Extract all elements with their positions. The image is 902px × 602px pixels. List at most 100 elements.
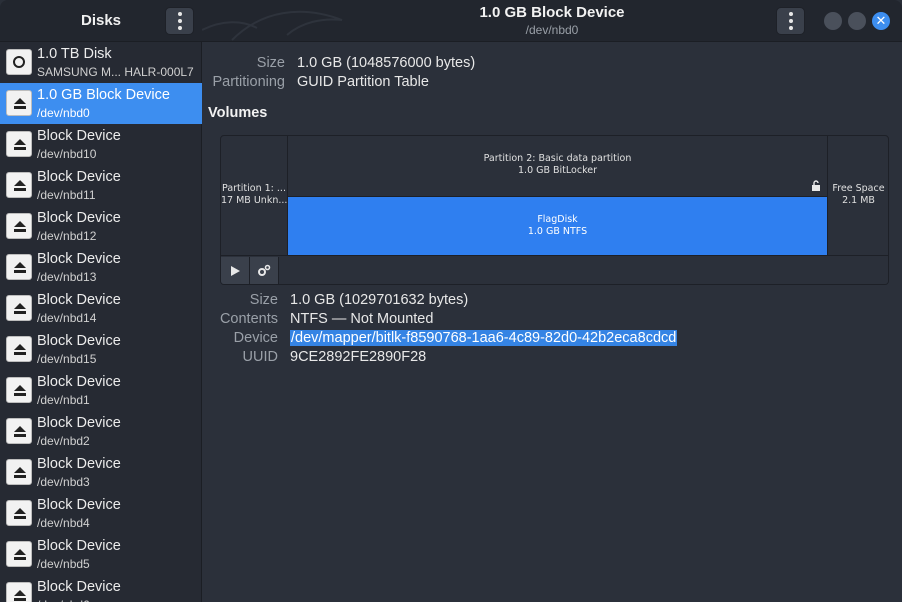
partition-2-title: Partition 2: Basic data partition xyxy=(483,153,632,164)
disks-window: Disks 1.0 TB Disk SAMSUNG M... HALR-000L7… xyxy=(0,0,902,602)
free-space-title: Free Space xyxy=(832,183,885,194)
drive-path: SAMSUNG M... HALR-000L7 xyxy=(37,65,194,79)
drive-path: /dev/nbd3 xyxy=(37,475,90,489)
eject-icon xyxy=(6,131,32,157)
size-value: 1.0 GB (1048576000 bytes) xyxy=(297,55,476,71)
eject-icon xyxy=(6,90,32,116)
eject-icon xyxy=(6,541,32,567)
drive-name: Block Device xyxy=(37,538,121,554)
hard-disk-icon xyxy=(6,49,32,75)
drive-name: 1.0 TB Disk xyxy=(37,46,112,62)
drive-list-item[interactable]: Block Device/dev/nbd6 xyxy=(0,575,202,602)
partition-1-size: 17 MB Unkn... xyxy=(221,195,288,206)
drive-menu-button[interactable] xyxy=(776,7,805,35)
drive-path: /dev/nbd1 xyxy=(37,393,90,407)
drive-list-item[interactable]: Block Device/dev/nbd12 xyxy=(0,206,202,247)
drive-list: 1.0 TB Disk SAMSUNG M... HALR-000L7 1.0 GB… xyxy=(0,42,202,602)
volume-toolbar xyxy=(221,255,888,284)
sidebar: Disks 1.0 TB Disk SAMSUNG M... HALR-000L7… xyxy=(0,0,202,602)
eject-icon xyxy=(6,582,32,602)
unlocked-icon xyxy=(812,180,820,191)
sidebar-header: Disks xyxy=(0,0,202,42)
drive-name: Block Device xyxy=(37,579,121,595)
volume-contents-value: NTFS — Not Mounted xyxy=(290,311,434,327)
drive-details: Size 1.0 GB (1048576000 bytes) Partition… xyxy=(202,42,902,602)
drive-list-item[interactable]: Block Device/dev/nbd4 xyxy=(0,493,202,534)
flagdisk-title: FlagDisk xyxy=(537,214,578,225)
drive-path: /dev/nbd12 xyxy=(37,229,97,243)
volume-uuid-label: UUID xyxy=(242,349,278,365)
drive-list-item[interactable]: Block Device/dev/nbd1 xyxy=(0,370,202,411)
drive-name: 1.0 GB Block Device xyxy=(37,87,170,103)
drive-list-item[interactable]: Block Device/dev/nbd15 xyxy=(0,329,202,370)
drive-name: Block Device xyxy=(37,251,121,267)
drive-path: /dev/nbd2 xyxy=(37,434,90,448)
drive-path: /dev/nbd5 xyxy=(37,557,90,571)
volume-size-value: 1.0 GB (1029701632 bytes) xyxy=(290,292,469,308)
volumes-heading: Volumes xyxy=(208,105,268,121)
drive-path: /dev/nbd10 xyxy=(37,147,97,161)
close-icon: ✕ xyxy=(875,13,887,29)
flagdisk-size: 1.0 GB NTFS xyxy=(527,226,588,237)
kebab-menu-icon xyxy=(177,12,182,30)
drive-path: /dev/nbd15 xyxy=(37,352,97,366)
eject-icon xyxy=(6,254,32,280)
drive-name: Block Device xyxy=(37,456,121,472)
eject-icon xyxy=(6,213,32,239)
eject-icon xyxy=(6,295,32,321)
drive-path: /dev/nbd14 xyxy=(37,311,97,325)
drive-path: /dev/nbd13 xyxy=(37,270,97,284)
volume-device-value[interactable]: /dev/mapper/bitlk-f8590768-1aa6-4c89-82d… xyxy=(290,330,678,346)
drive-list-item[interactable]: 1.0 TB Disk SAMSUNG M... HALR-000L7 xyxy=(0,42,202,83)
eject-icon xyxy=(6,377,32,403)
drive-name: Block Device xyxy=(37,333,121,349)
drive-list-item[interactable]: Block Device/dev/nbd10 xyxy=(0,124,202,165)
eject-icon xyxy=(6,459,32,485)
volume-device-label: Device xyxy=(233,330,278,346)
selected-device-path[interactable]: /dev/mapper/bitlk-f8590768-1aa6-4c89-82d… xyxy=(290,330,678,346)
volume-contents-label: Contents xyxy=(219,311,278,327)
partition-1-title: Partition 1: ... xyxy=(222,183,286,194)
header-bar: 1.0 GB Block Device /dev/nbd0 ✕ xyxy=(202,0,902,42)
play-icon xyxy=(231,266,240,276)
drive-name: Block Device xyxy=(37,169,121,185)
mount-button[interactable] xyxy=(221,257,250,284)
drive-list-item[interactable]: Block Device/dev/nbd2 xyxy=(0,411,202,452)
gears-icon xyxy=(258,264,271,276)
drive-name: Block Device xyxy=(37,292,121,308)
drive-name: Block Device xyxy=(37,374,121,390)
app-menu-button[interactable] xyxy=(165,7,194,35)
eject-icon xyxy=(6,336,32,362)
volume-settings-button[interactable] xyxy=(250,257,279,284)
size-label: Size xyxy=(256,55,285,71)
close-button[interactable]: ✕ xyxy=(872,12,890,30)
eject-icon xyxy=(6,500,32,526)
partitioning-label: Partitioning xyxy=(212,74,285,90)
free-space-block[interactable]: Free Space 2.1 MB xyxy=(828,136,888,255)
drive-path: /dev/nbd4 xyxy=(37,516,90,530)
kebab-menu-icon xyxy=(788,12,793,30)
drive-path: /dev/nbd0 xyxy=(37,106,90,120)
drive-list-item[interactable]: 1.0 GB Block Device/dev/nbd0 xyxy=(0,83,202,124)
drive-list-item[interactable]: Block Device/dev/nbd5 xyxy=(0,534,202,575)
drive-list-item[interactable]: Block Device/dev/nbd3 xyxy=(0,452,202,493)
eject-icon xyxy=(6,172,32,198)
partitioning-value: GUID Partition Table xyxy=(297,74,429,90)
drive-list-item[interactable]: Block Device/dev/nbd11 xyxy=(0,165,202,206)
drive-name: Block Device xyxy=(37,210,121,226)
volume-size-label: Size xyxy=(249,292,278,308)
flagdisk-volume[interactable]: FlagDisk 1.0 GB NTFS xyxy=(288,196,827,255)
partition-2-size: 1.0 GB BitLocker xyxy=(518,165,597,176)
eject-icon xyxy=(6,418,32,444)
drive-list-item[interactable]: Block Device/dev/nbd13 xyxy=(0,247,202,288)
partition-1-block[interactable]: Partition 1: ... 17 MB Unkn... xyxy=(221,136,288,255)
maximize-button[interactable] xyxy=(848,12,866,30)
partition-2-block[interactable]: Partition 2: Basic data partition 1.0 GB… xyxy=(288,136,828,255)
minimize-button[interactable] xyxy=(824,12,842,30)
drive-name: Block Device xyxy=(37,128,121,144)
drive-name: Block Device xyxy=(37,497,121,513)
volume-uuid-value: 9CE2892FE2890F28 xyxy=(290,349,427,365)
drive-path: /dev/nbd11 xyxy=(37,188,96,202)
drive-list-item[interactable]: Block Device/dev/nbd14 xyxy=(0,288,202,329)
drive-path: /dev/nbd6 xyxy=(37,598,90,602)
